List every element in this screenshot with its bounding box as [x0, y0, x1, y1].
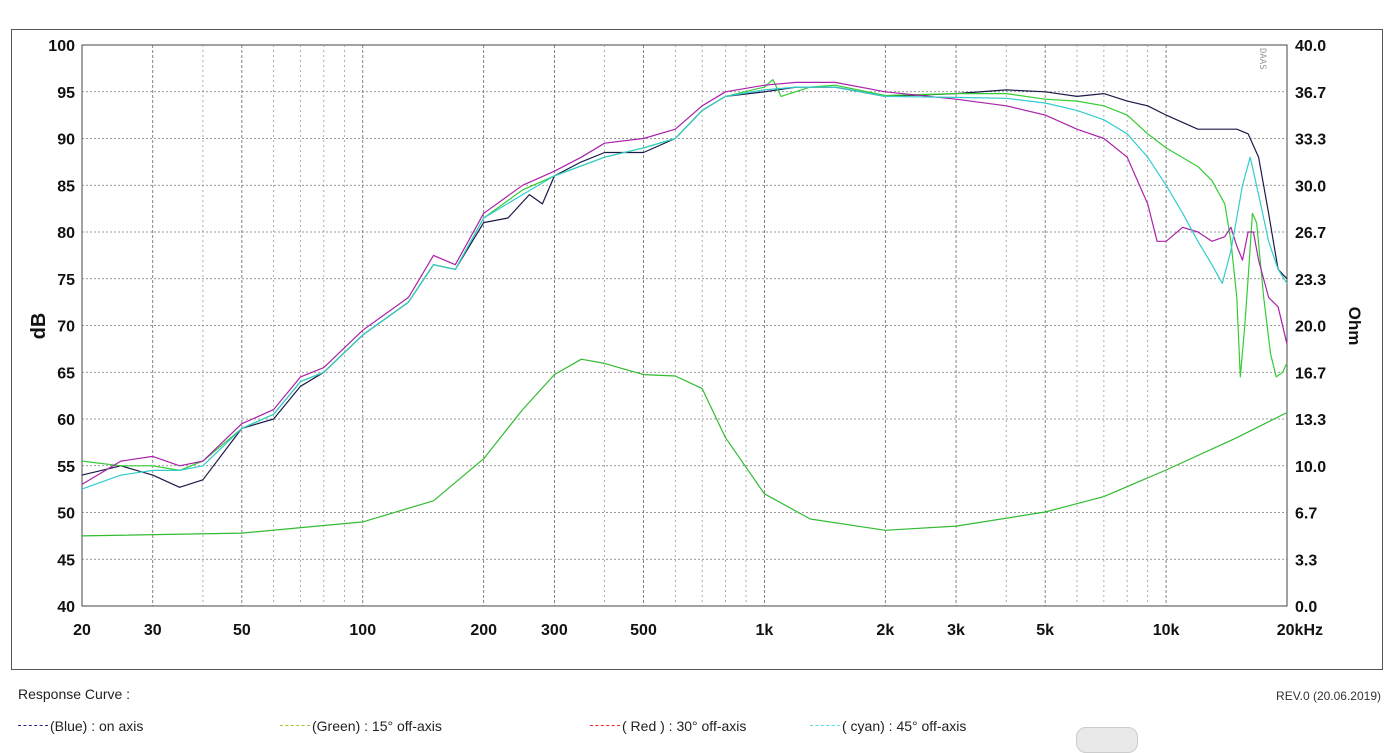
legend-swatch-red — [590, 724, 620, 726]
y2-tick-label: 6.7 — [1295, 506, 1317, 523]
series-line-2 — [81, 81, 1288, 485]
legend-swatch-cyan — [810, 724, 840, 726]
caption: Response Curve : — [18, 686, 131, 702]
legend: (Blue) : on axis (Green) : 15° off-axis … — [18, 718, 1378, 738]
x-tick-label: 2k — [876, 622, 894, 639]
watermark: DAAS — [1257, 48, 1267, 70]
scroll-badge[interactable] — [1076, 727, 1138, 753]
x-tick-label: 30 — [144, 622, 162, 639]
legend-text-cyan: ( cyan) : 45° off-axis — [842, 718, 967, 734]
series-line-0 — [81, 86, 1288, 488]
chart-frame: 20 30 50 100 200 300 500 1k 2k 3k 5k 10k 20kHz 100 95 9… — [11, 29, 1383, 670]
legend-text-blue: (Blue) : on axis — [50, 718, 144, 734]
x-tick-label: 200 — [470, 622, 497, 639]
y-tick-label: 50 — [57, 506, 75, 523]
legend-text-green: (Green) : 15° off-axis — [312, 718, 442, 734]
x-tick-label: 3k — [947, 622, 965, 639]
legend-swatch-blue — [18, 724, 48, 726]
y-tick-label: 65 — [57, 365, 75, 382]
y-tick-label: 80 — [57, 225, 75, 242]
legend-text-red: ( Red ) : 30° off-axis — [622, 718, 747, 734]
x-tick-label: 100 — [349, 622, 376, 639]
revision-label: REV.0 (20.06.2019) — [1276, 689, 1381, 703]
y-tick-label: 75 — [57, 272, 75, 289]
y-tick-label: 55 — [57, 459, 75, 476]
y-tick-label: 60 — [57, 412, 75, 429]
x-tick-label: 300 — [541, 622, 568, 639]
legend-item-red: ( Red ) : 30° off-axis — [590, 718, 746, 734]
y-tick-label: 95 — [57, 85, 75, 102]
series-line-4 — [81, 358, 1288, 537]
y2-axis-label: Ohm — [1345, 307, 1364, 346]
y2-tick-label: 33.3 — [1295, 132, 1326, 149]
response-curves — [81, 78, 1288, 537]
frequency-response-chart: 20 30 50 100 200 300 500 1k 2k 3k 5k 10k 20kHz 100 95 9… — [28, 38, 1364, 639]
y-tick-label: 90 — [57, 132, 75, 149]
legend-item-blue: (Blue) : on axis — [18, 718, 143, 734]
y2-tick-label: 30.0 — [1295, 178, 1326, 195]
y2-tick-label: 36.7 — [1295, 85, 1326, 102]
y-tick-label: 70 — [57, 319, 75, 336]
legend-item-green: (Green) : 15° off-axis — [280, 718, 442, 734]
y-tick-label: 100 — [48, 38, 75, 55]
y-axis-label: dB — [28, 313, 50, 340]
y2-tick-label: 16.7 — [1295, 365, 1326, 382]
x-tick-label: 1k — [756, 622, 774, 639]
y2-tick-label: 20.0 — [1295, 319, 1326, 336]
y2-tick-label: 13.3 — [1295, 412, 1326, 429]
x-tick-label: 50 — [233, 622, 251, 639]
y2-tick-label: 10.0 — [1295, 459, 1326, 476]
x-tick-label: 500 — [630, 622, 657, 639]
y-tick-label: 40 — [57, 599, 75, 616]
legend-swatch-green — [280, 724, 310, 726]
series-line-3 — [81, 86, 1288, 490]
y2-tick-label: 0.0 — [1295, 599, 1317, 616]
y-tick-label: 85 — [57, 178, 75, 195]
y2-tick-label: 3.3 — [1295, 552, 1317, 569]
axis-ticks: 20 30 50 100 200 300 500 1k 2k 3k 5k 10k 20kHz 100 95 9… — [48, 38, 1326, 639]
y2-tick-label: 23.3 — [1295, 272, 1326, 289]
y2-tick-label: 26.7 — [1295, 225, 1326, 242]
x-tick-label: 5k — [1036, 622, 1054, 639]
x-tick-label: 10k — [1153, 622, 1180, 639]
y-tick-label: 45 — [57, 552, 75, 569]
y2-tick-label: 40.0 — [1295, 38, 1326, 55]
legend-item-cyan: ( cyan) : 45° off-axis — [810, 718, 966, 734]
x-tick-label: 20kHz — [1277, 622, 1323, 639]
x-tick-label: 20 — [73, 622, 91, 639]
